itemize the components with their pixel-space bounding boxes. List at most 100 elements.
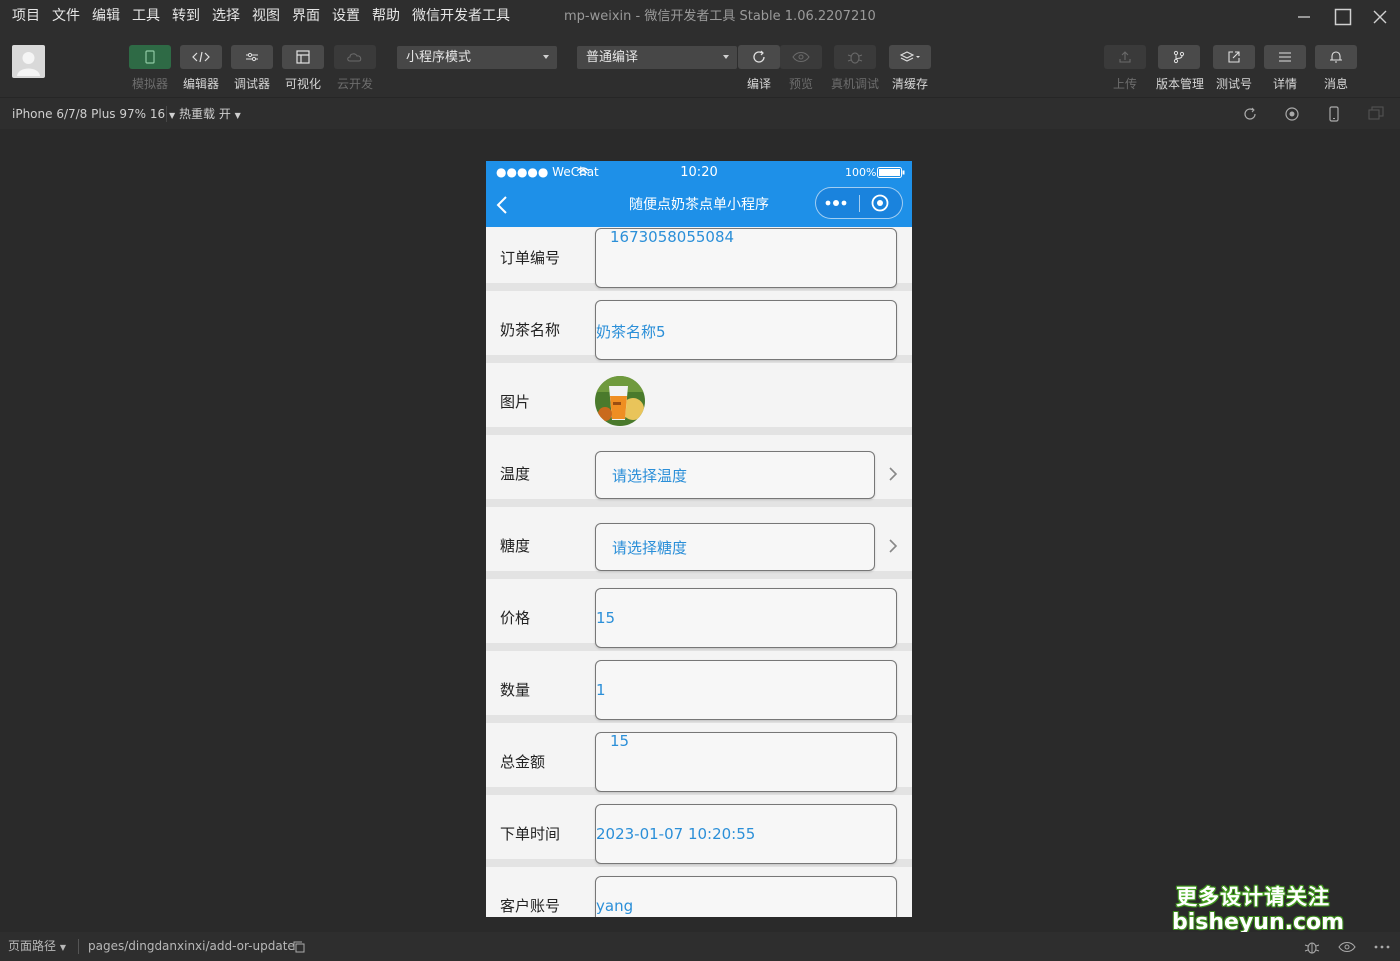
phone-icon[interactable] [1326, 106, 1342, 122]
eye-icon [792, 51, 810, 63]
divider [166, 106, 167, 122]
tea-name-field[interactable]: 奶茶名称5 [595, 300, 897, 360]
test-account-button[interactable] [1213, 45, 1255, 69]
tea-name-label: 奶茶名称 [500, 321, 561, 339]
battery-icon [877, 167, 905, 178]
close-button[interactable] [1360, 0, 1400, 33]
menu-settings[interactable]: 设置 [326, 0, 366, 33]
chevron-down-icon [723, 55, 729, 59]
form-row-account: 客户账号 yang [486, 875, 912, 917]
clear-cache-label: 清缓存 [891, 77, 928, 91]
status-bar-bottom: 页面路径 ▼ pages/dingdanxinxi/add-or-update [0, 932, 1400, 961]
branch-icon [1173, 50, 1185, 64]
compile-select[interactable]: 普通编译 [577, 46, 737, 69]
simulator-label: 模拟器 [131, 77, 168, 91]
form-row-tea-name: 奶茶名称 奶茶名称5 [486, 299, 912, 363]
menu-tools[interactable]: 工具 [126, 0, 166, 33]
form-row-temperature: 温度 请选择温度 [486, 443, 912, 507]
close-circle-icon[interactable] [871, 194, 889, 212]
chevron-down-icon: ▼ [168, 111, 176, 120]
cloud-label: 云开发 [336, 77, 373, 91]
menu-goto[interactable]: 转到 [166, 0, 206, 33]
divider [78, 939, 79, 954]
form-row-sugar: 糖度 请选择糖度 [486, 515, 912, 579]
quantity-field[interactable]: 1 [595, 660, 897, 720]
menu-icon [1279, 52, 1291, 62]
compile-button[interactable] [738, 45, 780, 69]
upload-button[interactable] [1104, 45, 1146, 69]
close-icon [1373, 10, 1387, 23]
debugger-label: 调试器 [233, 77, 270, 91]
more-icon[interactable] [1374, 945, 1390, 949]
device-select[interactable]: iPhone 6/7/8 Plus 97% 16 ▼ [12, 98, 175, 132]
phone-simulator: ●●●●● WeChat 10:20 100% 随便点奶茶点单小程序 订单编号 … [486, 161, 912, 917]
battery-text: 100% [845, 166, 877, 179]
account-field[interactable]: yang [595, 876, 897, 917]
temperature-select[interactable]: 请选择温度 [595, 451, 875, 499]
menu-select[interactable]: 选择 [206, 0, 246, 33]
simulator-button[interactable] [129, 45, 171, 69]
clear-cache-button[interactable] [889, 45, 931, 69]
window-icon[interactable] [1368, 106, 1384, 122]
upload-icon [1119, 51, 1131, 63]
record-icon[interactable] [1284, 106, 1300, 122]
rotate-icon[interactable] [1242, 106, 1258, 122]
maximize-icon [1334, 8, 1352, 25]
order-no-field[interactable]: 1673058055084 [595, 228, 897, 288]
external-link-icon [1228, 51, 1240, 63]
menu-file[interactable]: 文件 [46, 0, 86, 33]
order-time-field[interactable]: 2023-01-07 10:20:55 [595, 804, 897, 864]
debugger-button[interactable] [231, 45, 273, 69]
test-account-label: 测试号 [1215, 77, 1252, 91]
editor-button[interactable] [180, 45, 222, 69]
cloud-button[interactable] [334, 45, 376, 69]
more-icon[interactable] [825, 199, 849, 207]
menu-wechat-devtools[interactable]: 微信开发者工具 [406, 0, 516, 33]
messages-button[interactable] [1315, 45, 1357, 69]
minimize-button[interactable] [1284, 0, 1324, 33]
order-no-value: 1673058055084 [610, 228, 735, 246]
version-button[interactable] [1158, 45, 1200, 69]
bug-icon[interactable] [1304, 939, 1320, 955]
messages-label: 消息 [1323, 77, 1348, 91]
image-label: 图片 [500, 393, 531, 411]
avatar[interactable] [12, 45, 45, 78]
menu-help[interactable]: 帮助 [366, 0, 406, 33]
sugar-select[interactable]: 请选择糖度 [595, 523, 875, 571]
chevron-down-icon: ▼ [59, 943, 66, 952]
page-path-toggle[interactable]: 页面路径 ▼ [8, 932, 66, 961]
remote-debug-button[interactable] [834, 45, 876, 69]
price-field[interactable]: 15 [595, 588, 897, 648]
layers-icon [899, 51, 920, 62]
menu-view[interactable]: 视图 [246, 0, 286, 33]
layout-icon [296, 50, 310, 64]
hot-reload-toggle[interactable]: 热重载 开 ▼ [179, 98, 241, 132]
version-label: 版本管理 [1155, 77, 1204, 91]
chevron-right-icon[interactable] [886, 539, 900, 553]
visual-label: 可视化 [284, 77, 321, 91]
menu-project[interactable]: 项目 [6, 0, 46, 33]
eye-icon[interactable] [1338, 941, 1356, 953]
device-select-value: iPhone 6/7/8 Plus 97% 16 [12, 107, 166, 121]
details-button[interactable] [1264, 45, 1306, 69]
watermark: 更多设计请关注 bisheyun.com [1172, 884, 1344, 936]
window-title: mp-weixin - 微信开发者工具 Stable 1.06.2207210 [564, 9, 876, 24]
chevron-down-icon: ▼ [234, 111, 241, 120]
total-field[interactable]: 15 [595, 732, 897, 792]
menu-interface[interactable]: 界面 [286, 0, 326, 33]
chevron-right-icon[interactable] [886, 467, 900, 481]
account-value: yang [596, 897, 634, 915]
compile-select-value: 普通编译 [586, 50, 639, 65]
watermark-line1: 更多设计请关注 [1176, 885, 1330, 909]
price-value: 15 [596, 609, 616, 627]
preview-button[interactable] [780, 45, 822, 69]
tea-image[interactable] [595, 376, 645, 426]
menu-edit[interactable]: 编辑 [86, 0, 126, 33]
visual-button[interactable] [282, 45, 324, 69]
quantity-label: 数量 [500, 681, 531, 699]
copy-icon[interactable] [293, 941, 305, 953]
form-row-image: 图片 [486, 371, 912, 435]
mode-select[interactable]: 小程序模式 [397, 46, 557, 69]
maximize-button[interactable] [1323, 0, 1363, 33]
hot-reload-value: 热重载 开 [179, 107, 231, 121]
